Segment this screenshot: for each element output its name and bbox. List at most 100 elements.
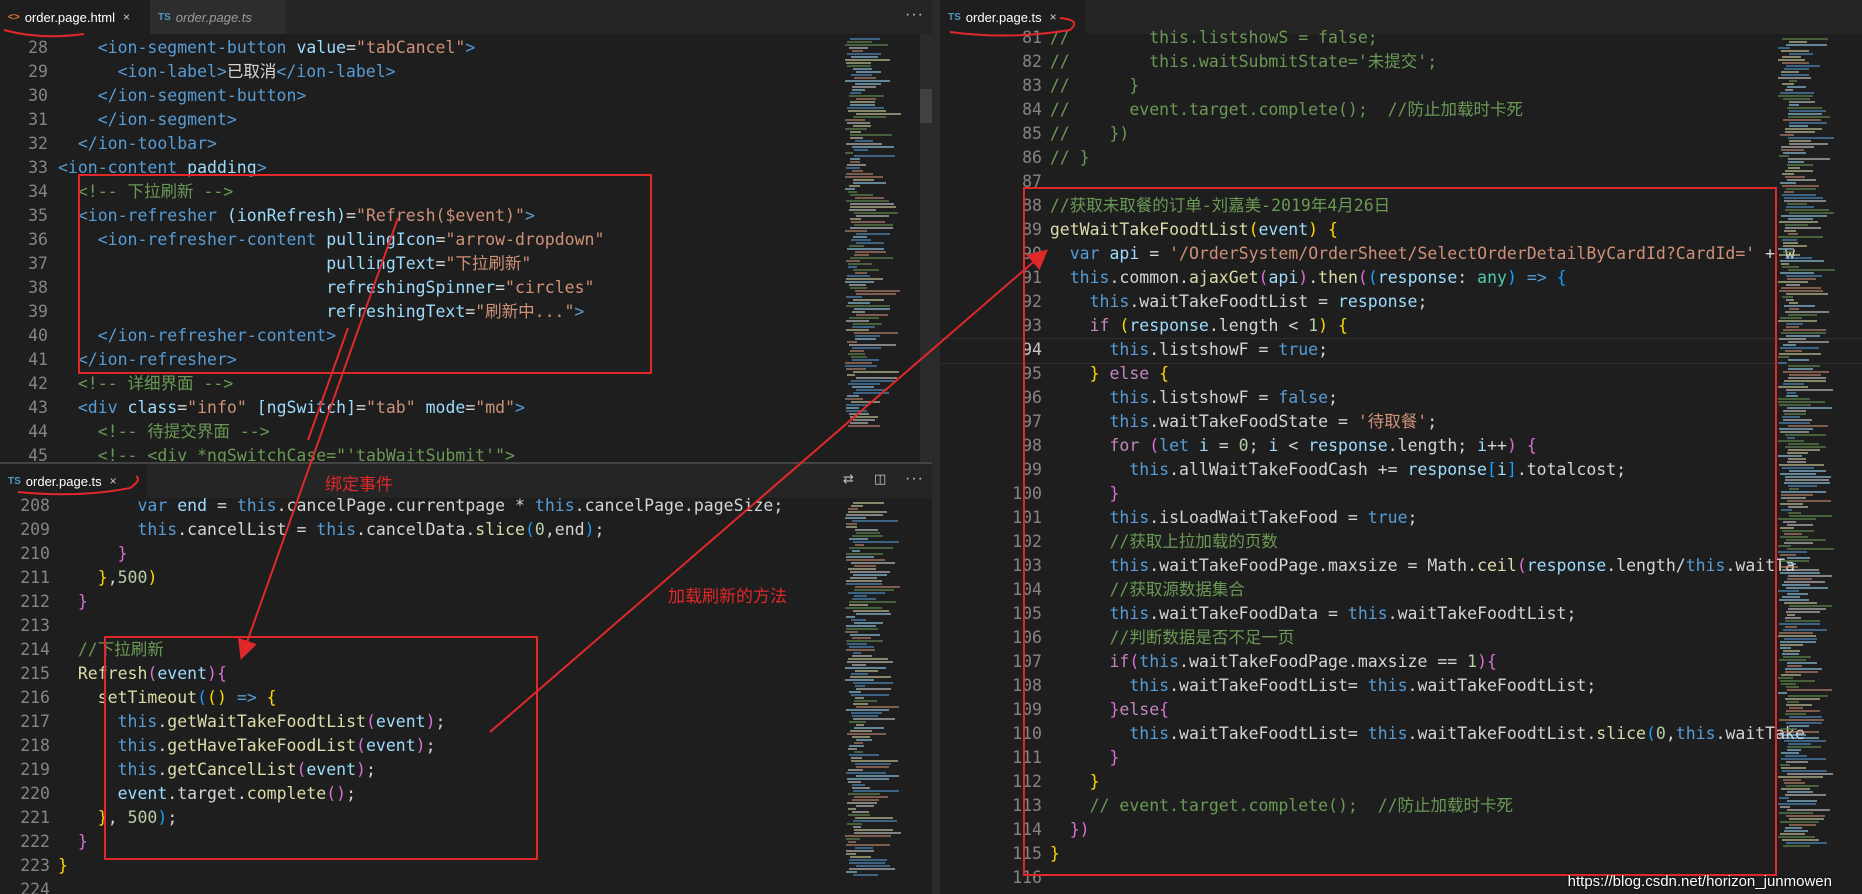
- code-line[interactable]: 98 for (let i = 0; i < response.length; …: [940, 434, 1862, 458]
- code-line[interactable]: 42 <!-- 详细界面 -->: [0, 372, 932, 396]
- compare-changes-icon[interactable]: ⇄: [843, 472, 854, 487]
- code-line[interactable]: 220 event.target.complete();: [0, 782, 932, 806]
- code-line[interactable]: 105 this.waitTakeFoodData = this.waitTak…: [940, 602, 1862, 626]
- code-line[interactable]: 216 setTimeout(() => {: [0, 686, 932, 710]
- code-line[interactable]: 34 <!-- 下拉刷新 -->: [0, 180, 932, 204]
- code-line[interactable]: 208 var end = this.cancelPage.currentpag…: [0, 494, 932, 518]
- close-icon[interactable]: ×: [123, 10, 130, 24]
- code-line[interactable]: 82 // this.waitSubmitState='未提交';: [940, 50, 1862, 74]
- minimap-row: [1783, 119, 1821, 121]
- code-line[interactable]: 32 </ion-toolbar>: [0, 132, 932, 156]
- code-line[interactable]: 81 // this.listshowS = false;: [940, 26, 1862, 50]
- code-token: if: [1109, 652, 1130, 671]
- code-line[interactable]: 36 <ion-refresher-content pullingIcon="a…: [0, 228, 932, 252]
- code-line[interactable]: 218 this.getHaveTakeFoodList(event);: [0, 734, 932, 758]
- code-line[interactable]: 113 // event.target.complete(); //防止加载时卡…: [940, 794, 1862, 818]
- code-line[interactable]: 99 this.allWaitTakeFoodCash += response[…: [940, 458, 1862, 482]
- code-line[interactable]: 108 this.waitTakeFoodtList= this.waitTak…: [940, 674, 1862, 698]
- minimap[interactable]: [845, 34, 907, 462]
- code-token: ;: [1248, 436, 1269, 455]
- code-line[interactable]: 100 }: [940, 482, 1862, 506]
- code-line[interactable]: 215 Refresh(event){: [0, 662, 932, 686]
- code-line[interactable]: 43 <div class="info" [ngSwitch]="tab" mo…: [0, 396, 932, 420]
- code-line[interactable]: 210 }: [0, 542, 932, 566]
- code-area[interactable]: 81 // this.listshowS = false; 82 // this.…: [940, 26, 1862, 894]
- code-line[interactable]: 96 this.listshowF = false;: [940, 386, 1862, 410]
- code-line[interactable]: 222 }: [0, 830, 932, 854]
- more-actions-icon[interactable]: ···: [905, 470, 924, 488]
- minimap-row: [845, 119, 865, 121]
- code-line[interactable]: 213: [0, 614, 932, 638]
- tab-order-page-html[interactable]: <> order.page.html ×: [0, 0, 156, 34]
- code-line[interactable]: 41 </ion-refresher>: [0, 348, 932, 372]
- tab-order-page-ts[interactable]: TS order.page.ts: [150, 0, 286, 34]
- code-line[interactable]: 223}: [0, 854, 932, 878]
- code-line[interactable]: 86 // }: [940, 146, 1862, 170]
- vertical-scrollbar[interactable]: [920, 34, 932, 462]
- code-line[interactable]: 209 this.cancelList = this.cancelData.sl…: [0, 518, 932, 542]
- editor-group-sash[interactable]: [932, 0, 940, 894]
- minimap[interactable]: [1778, 34, 1840, 894]
- code-token: event: [365, 736, 416, 755]
- code-line[interactable]: 31 </ion-segment>: [0, 108, 932, 132]
- code-token: (: [356, 736, 366, 755]
- code-line[interactable]: 107 if(this.waitTakeFoodPage.maxsize == …: [940, 650, 1862, 674]
- code-line[interactable]: 219 this.getCancelList(event);: [0, 758, 932, 782]
- code-line[interactable]: 87: [940, 170, 1862, 194]
- code-line[interactable]: 88 //获取未取餐的订单-刘嘉美-2019年4月26日: [940, 194, 1862, 218]
- code-line[interactable]: 106 //判断数据是否不足一页: [940, 626, 1862, 650]
- code-line[interactable]: 93 if (response.length < 1) {: [940, 314, 1862, 338]
- code-line[interactable]: 103 this.waitTakeFoodPage.maxsize = Math…: [940, 554, 1862, 578]
- minimap-row: [856, 314, 888, 316]
- code-line[interactable]: 38 refreshingSpinner="circles": [0, 276, 932, 300]
- code-token: //获取上拉加载的页数: [1109, 532, 1278, 551]
- code-line[interactable]: 97 this.waitTakeFoodState = '待取餐';: [940, 410, 1862, 434]
- code-line[interactable]: 221 }, 500);: [0, 806, 932, 830]
- code-line[interactable]: 33 <ion-content padding>: [0, 156, 932, 180]
- code-token: ): [157, 808, 168, 827]
- code-line[interactable]: 29 <ion-label>已取消</ion-label>: [0, 60, 932, 84]
- code-area[interactable]: 28 <ion-segment-button value="tabCancel"…: [0, 36, 932, 462]
- code-line[interactable]: 84 // event.target.complete(); //防止加载时卡死: [940, 98, 1862, 122]
- code-line[interactable]: 224: [0, 878, 932, 894]
- code-line[interactable]: 94 this.listshowF = true;: [940, 338, 1862, 362]
- code-line[interactable]: 104 //获取源数据集合: [940, 578, 1862, 602]
- code-line[interactable]: 91 this.common.ajaxGet(api).then((respon…: [940, 266, 1862, 290]
- split-editor-icon[interactable]: ◫: [874, 472, 886, 487]
- code-line[interactable]: 37 pullingText="下拉刷新": [0, 252, 932, 276]
- code-text: }): [1030, 818, 1090, 842]
- code-line[interactable]: 102 //获取上拉加载的页数: [940, 530, 1862, 554]
- code-line[interactable]: 28 <ion-segment-button value="tabCancel"…: [0, 36, 932, 60]
- code-line[interactable]: 95 } else {: [940, 362, 1862, 386]
- minimap[interactable]: [845, 498, 907, 894]
- code-line[interactable]: 40 </ion-refresher-content>: [0, 324, 932, 348]
- code-line[interactable]: 101 this.isLoadWaitTakeFood = true;: [940, 506, 1862, 530]
- code-line[interactable]: 45 <!-- <div *ngSwitchCase="'tabWaitSubm…: [0, 444, 932, 462]
- code-line[interactable]: 115 }: [940, 842, 1862, 866]
- code-line[interactable]: 35 <ion-refresher (ionRefresh)="Refresh(…: [0, 204, 932, 228]
- code-line[interactable]: 44 <!-- 待提交界面 -->: [0, 420, 932, 444]
- code-line[interactable]: 112 }: [940, 770, 1862, 794]
- tab-order-page-ts[interactable]: TS order.page.ts ×: [0, 464, 146, 498]
- code-area[interactable]: 208 var end = this.cancelPage.currentpag…: [0, 494, 932, 894]
- code-line[interactable]: 211 },500): [0, 566, 932, 590]
- code-line[interactable]: 217 this.getWaitTakeFoodtList(event);: [0, 710, 932, 734]
- code-line[interactable]: 83 // }: [940, 74, 1862, 98]
- code-line[interactable]: 85 // }): [940, 122, 1862, 146]
- code-line[interactable]: 109 }else{: [940, 698, 1862, 722]
- code-line[interactable]: 90 var api = '/OrderSystem/OrderSheet/Se…: [940, 242, 1862, 266]
- code-line[interactable]: 39 refreshingText="刷新中...">: [0, 300, 932, 324]
- close-icon[interactable]: ×: [1050, 10, 1057, 24]
- more-actions-icon[interactable]: ···: [905, 6, 924, 24]
- code-line[interactable]: 92 this.waitTakeFoodtList = response;: [940, 290, 1862, 314]
- code-line[interactable]: 110 this.waitTakeFoodtList= this.waitTak…: [940, 722, 1862, 746]
- code-line[interactable]: 114 }): [940, 818, 1862, 842]
- code-line[interactable]: 111 }: [940, 746, 1862, 770]
- code-line[interactable]: 89 getWaitTakeFoodtList(event) {: [940, 218, 1862, 242]
- close-icon[interactable]: ×: [110, 474, 117, 488]
- code-line[interactable]: 214 //下拉刷新: [0, 638, 932, 662]
- code-line[interactable]: 212 }: [0, 590, 932, 614]
- scrollbar-thumb[interactable]: [920, 89, 932, 123]
- code-line[interactable]: 30 </ion-segment-button>: [0, 84, 932, 108]
